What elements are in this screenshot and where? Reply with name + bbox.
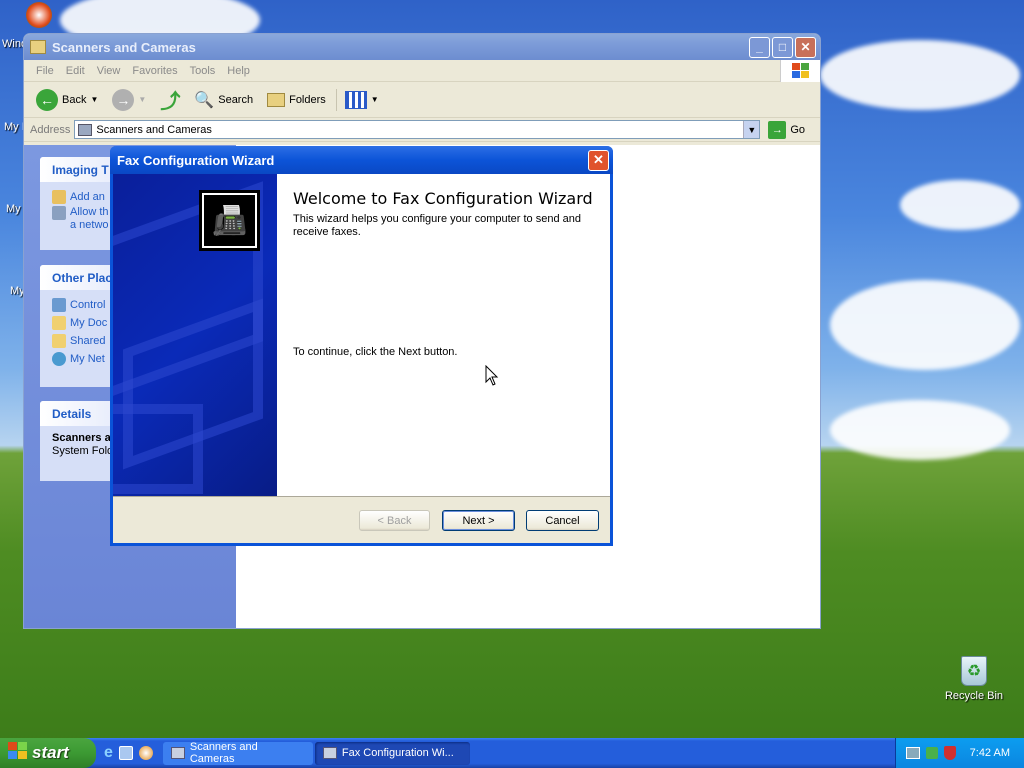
wizard-description: This wizard helps you configure your com… [293, 213, 581, 238]
system-tray: 7:42 AM [894, 738, 1024, 768]
arrow-icon [52, 206, 66, 220]
explorer-titlebar[interactable]: Scanners and Cameras _ □ ✕ [24, 34, 820, 60]
start-button[interactable]: start [0, 738, 96, 768]
taskbar: start e Scanners and Cameras Fax Configu… [0, 738, 1024, 768]
recycle-bin[interactable]: ♻ Recycle Bin [944, 656, 1004, 702]
security-shield-icon[interactable] [943, 746, 956, 760]
wizard-titlebar[interactable]: Fax Configuration Wizard ✕ [110, 146, 613, 174]
menu-edit[interactable]: Edit [60, 65, 91, 77]
fax-icon [322, 747, 337, 759]
forward-arrow-icon: → [112, 88, 135, 111]
cloud [830, 280, 1020, 370]
folders-button[interactable]: Folders [263, 91, 330, 109]
maximize-button[interactable]: □ [772, 36, 793, 58]
desktop-icon-label[interactable]: My I [4, 121, 25, 133]
go-label: Go [790, 123, 806, 136]
scanner-icon [170, 747, 185, 759]
wizard-title: Fax Configuration Wizard [117, 152, 275, 168]
link-text: Add an [70, 191, 105, 203]
back-label: Back [62, 93, 87, 106]
address-value: Scanners and Cameras [96, 123, 212, 136]
close-button[interactable]: ✕ [795, 36, 816, 58]
menu-help[interactable]: Help [221, 65, 256, 77]
control-panel-icon [52, 298, 66, 312]
chevron-down-icon: ▼ [370, 95, 379, 104]
recycle-bin-label: Recycle Bin [944, 690, 1004, 702]
up-arrow-icon: ⤴ [160, 91, 181, 113]
task-label: Scanners and Cameras [189, 741, 258, 765]
search-icon: 🔍 [194, 91, 215, 109]
views-icon [344, 90, 367, 109]
chevron-down-icon: ▼ [90, 95, 99, 104]
menu-bar: File Edit View Favorites Tools Help [24, 60, 820, 82]
menu-favorites[interactable]: Favorites [126, 65, 183, 77]
update-icon[interactable] [925, 747, 938, 759]
views-button[interactable]: ▼ [335, 88, 383, 111]
folder-icon [30, 40, 46, 54]
wizard-banner: 📠 [113, 174, 277, 496]
cancel-button[interactable]: Cancel [526, 510, 599, 531]
up-folder-button[interactable]: ⤴ [156, 83, 184, 116]
scanner-icon [78, 123, 93, 136]
forward-button[interactable]: → ▼ [108, 87, 150, 113]
folders-label: Folders [289, 93, 326, 106]
mouse-cursor-icon [485, 364, 499, 390]
address-field[interactable]: Scanners and Cameras ▼ [74, 120, 761, 139]
quick-launch: e [96, 744, 161, 762]
explorer-title: Scanners and Cameras [52, 39, 196, 55]
cloud [820, 40, 1020, 110]
my-documents-icon [52, 316, 66, 330]
next-button[interactable]: Next > [442, 510, 515, 531]
cloud [900, 180, 1020, 230]
chevron-down-icon: ▼ [138, 95, 147, 104]
network-icon [52, 352, 66, 366]
link-text: Shared [70, 335, 106, 347]
task-label: Fax Configuration Wi... [341, 747, 454, 759]
go-arrow-icon: → [768, 120, 787, 139]
wizard-heading: Welcome to Fax Configuration Wizard [293, 189, 593, 208]
add-device-icon [52, 190, 66, 204]
back-button[interactable]: < Back [359, 510, 430, 531]
go-button[interactable]: → Go [764, 119, 809, 141]
toolbar: ← Back ▼ → ▼ ⤴ 🔍 Search Folders ▼ [24, 82, 820, 118]
close-button[interactable]: ✕ [588, 149, 609, 171]
search-button[interactable]: 🔍 Search [190, 88, 257, 112]
task-scanners[interactable]: Scanners and Cameras [162, 741, 313, 765]
wizard-buttons: < Back Next > Cancel [359, 510, 599, 531]
clock[interactable]: 7:42 AM [970, 747, 1010, 759]
windows-logo-icon [780, 60, 820, 82]
menu-view[interactable]: View [91, 65, 127, 77]
link-text: My Doc [70, 317, 108, 329]
media-player-icon[interactable] [26, 2, 52, 28]
start-label: start [32, 743, 69, 762]
menu-tools[interactable]: Tools [184, 65, 222, 77]
desktop-icon[interactable] [118, 746, 133, 760]
folder-icon [52, 334, 66, 348]
address-label: Address [30, 123, 71, 136]
windows-logo-icon [8, 741, 28, 765]
media-player-icon[interactable] [138, 746, 153, 760]
minimize-button[interactable]: _ [749, 36, 770, 58]
cloud [830, 400, 1010, 460]
back-button[interactable]: ← Back ▼ [32, 87, 102, 113]
search-label: Search [218, 93, 254, 106]
wizard-continue-text: To continue, click the Next button. [293, 346, 458, 358]
address-bar: Address Scanners and Cameras ▼ → Go [24, 118, 820, 142]
wizard-body: 📠 Welcome to Fax Configuration Wizard Th… [113, 174, 610, 496]
link-text: Allow th a netwo [70, 206, 109, 231]
fax-icon: 📠 [199, 190, 260, 251]
link-text: My Net [70, 353, 105, 365]
task-fax-wizard[interactable]: Fax Configuration Wi... [314, 741, 470, 765]
internet-explorer-icon[interactable]: e [104, 744, 113, 762]
folders-icon [267, 92, 286, 107]
menu-file[interactable]: File [30, 65, 60, 77]
fax-wizard-dialog[interactable]: Fax Configuration Wizard ✕ 📠 Welcome to … [110, 146, 613, 546]
desktop-icon-label[interactable]: My [6, 203, 21, 215]
address-dropdown[interactable]: ▼ [743, 121, 760, 138]
back-arrow-icon: ← [36, 88, 58, 111]
link-text: Control [70, 299, 106, 311]
network-icon[interactable] [905, 747, 920, 759]
recycle-bin-icon: ♻ [961, 656, 987, 686]
